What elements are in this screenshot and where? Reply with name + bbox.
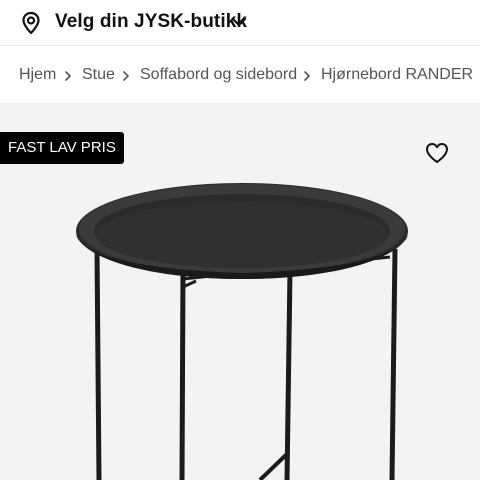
breadcrumb-item-current: Hjørnebord RANDER [321, 66, 474, 83]
chevron-right-icon [65, 71, 71, 81]
store-selector[interactable]: Velg din JYSK-butikk [0, 0, 480, 46]
breadcrumb-item-hjem[interactable]: Hjem [19, 66, 56, 84]
store-selector-label: Velg din JYSK-butikk [55, 11, 248, 32]
product-image-gallery[interactable]: FAST LAV PRIS [0, 103, 480, 480]
breadcrumb: Hjem Stue Soffabord og sidebord Hjørnebo… [0, 47, 480, 103]
price-badge: FAST LAV PRIS [0, 132, 124, 164]
chevron-right-icon [123, 71, 129, 81]
chevron-down-icon [231, 17, 247, 27]
product-image [76, 183, 408, 480]
breadcrumb-item-soffabord[interactable]: Soffabord og sidebord [140, 66, 297, 84]
chevron-right-icon [304, 71, 310, 81]
heart-outline-icon[interactable] [424, 141, 450, 165]
breadcrumb-item-stue[interactable]: Stue [82, 66, 115, 84]
location-pin-icon [22, 11, 40, 35]
